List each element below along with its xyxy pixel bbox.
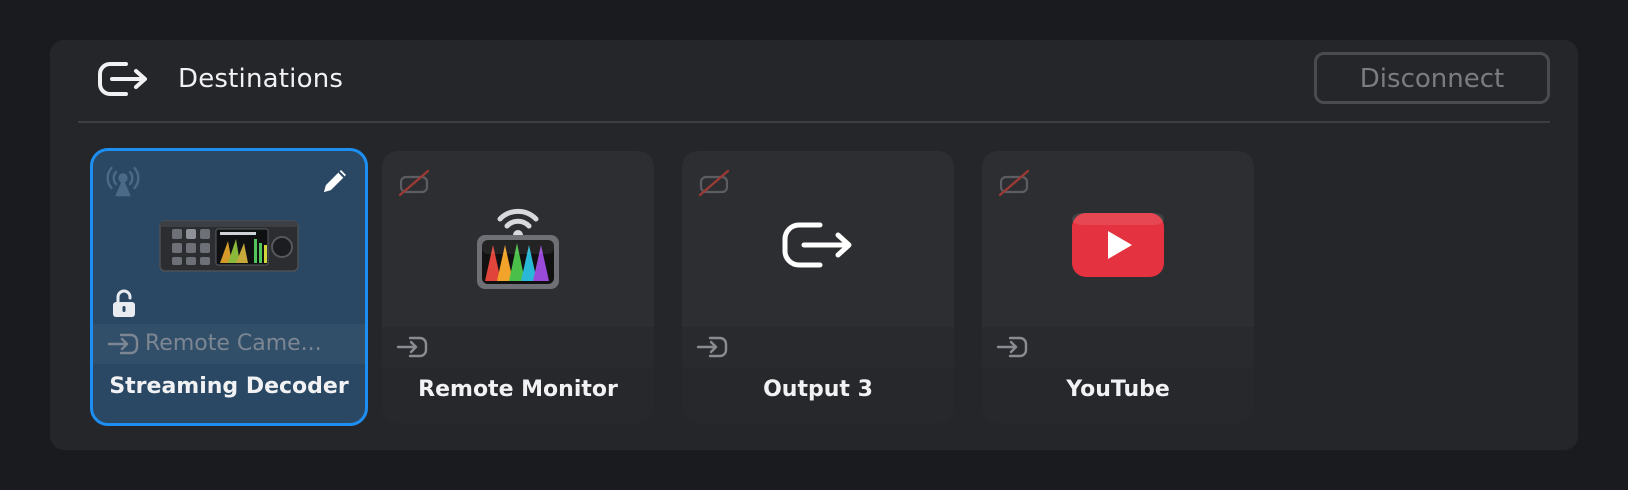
- source-row: [982, 327, 1254, 367]
- destination-name: Streaming Decoder: [109, 374, 349, 399]
- disconnect-button[interactable]: Disconnect: [1314, 52, 1550, 104]
- name-row: Remote Monitor: [382, 367, 654, 423]
- destination-card-output-3[interactable]: Output 3: [682, 151, 954, 423]
- destination-name: YouTube: [1066, 377, 1170, 402]
- streaming-decoder-device-icon: [158, 215, 300, 279]
- unlocked-padlock-icon[interactable]: [111, 289, 137, 319]
- source-label: Remote Came...: [145, 331, 322, 356]
- name-row: Output 3: [682, 367, 954, 423]
- remote-monitor-icon: [473, 197, 563, 297]
- input-arrow-icon: [107, 333, 139, 355]
- disconnected-icon: [996, 165, 1032, 201]
- broadcast-icon: [105, 163, 141, 199]
- destination-card-remote-monitor[interactable]: Remote Monitor: [382, 151, 654, 423]
- output-arrow-icon: [96, 60, 152, 98]
- page-title: Destinations: [178, 64, 344, 94]
- destinations-panel: Destinations Disconnect Remote Came... S…: [50, 40, 1578, 450]
- source-row: [382, 327, 654, 367]
- source-row: Remote Came...: [93, 324, 365, 364]
- input-arrow-icon: [396, 336, 428, 358]
- destination-card-youtube[interactable]: YouTube: [982, 151, 1254, 423]
- input-arrow-icon: [996, 336, 1028, 358]
- output-arrow-icon: [780, 220, 856, 274]
- panel-header: Destinations Disconnect: [78, 40, 1550, 123]
- input-arrow-icon: [696, 336, 728, 358]
- source-row: [682, 327, 954, 367]
- destination-card-streaming-decoder[interactable]: Remote Came... Streaming Decoder: [90, 148, 368, 426]
- youtube-icon: [1071, 212, 1165, 282]
- destination-name: Output 3: [763, 377, 873, 402]
- disconnected-icon: [396, 165, 432, 201]
- disconnected-icon: [696, 165, 732, 201]
- name-row: Streaming Decoder: [93, 364, 365, 423]
- name-row: YouTube: [982, 367, 1254, 423]
- destination-name: Remote Monitor: [418, 377, 618, 402]
- pencil-edit-icon[interactable]: [319, 165, 351, 197]
